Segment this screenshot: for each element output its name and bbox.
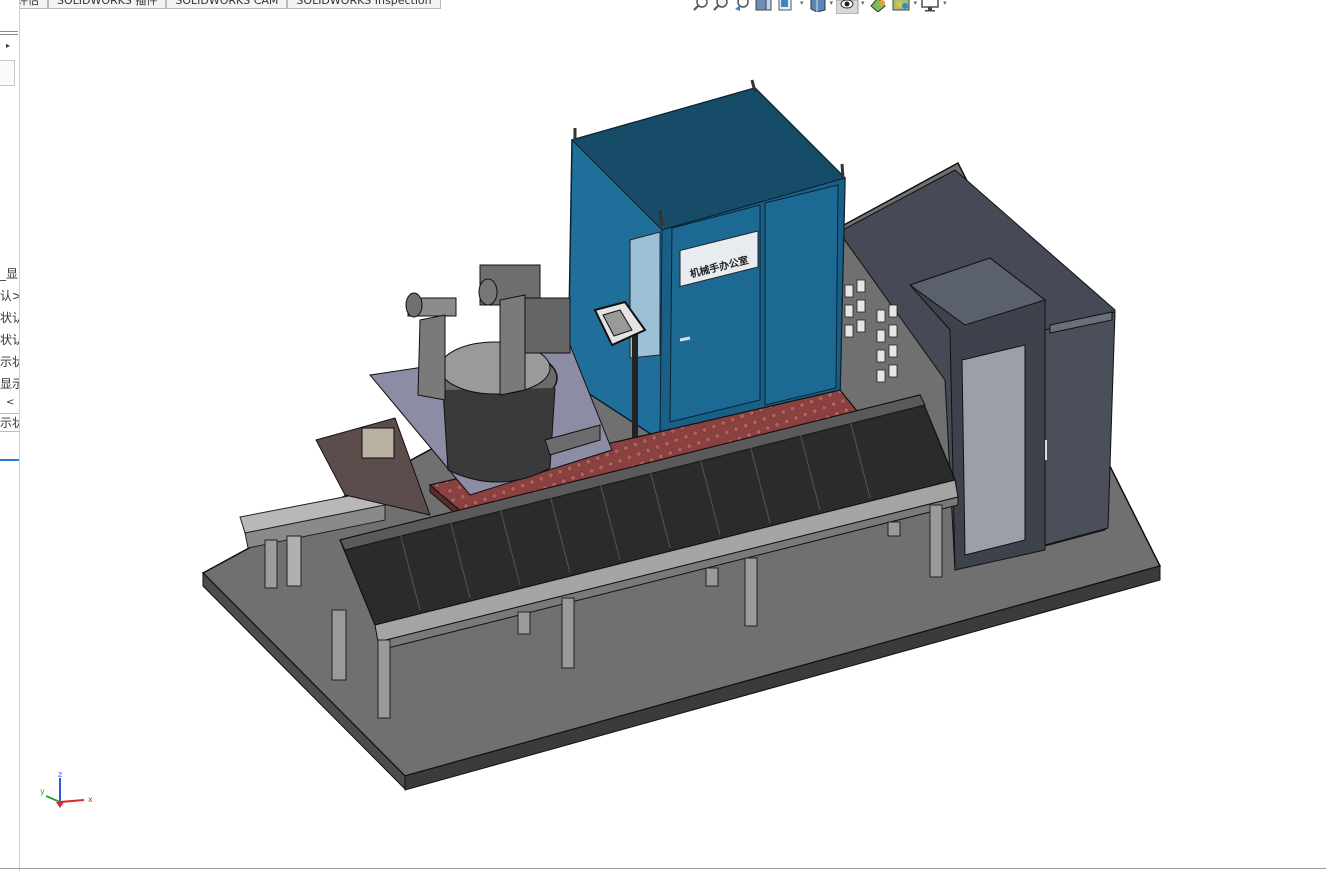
panel-divider <box>0 34 18 35</box>
z-axis-label: z <box>58 770 62 779</box>
filter-box[interactable] <box>0 60 15 86</box>
tree-item[interactable]: 显示 <box>0 375 19 392</box>
assembly-model[interactable]: 机械手办公室 <box>20 10 1326 868</box>
tree-item[interactable]: 状认 <box>0 309 19 326</box>
tree-item[interactable]: _显 <box>0 265 18 282</box>
tree-item[interactable]: 示状 <box>0 353 19 370</box>
tab-solidworks-inspection[interactable]: SOLIDWORKS Inspection <box>287 0 441 9</box>
status-bar-border <box>0 868 1326 869</box>
robot-cabinet[interactable]: 机械手办公室 <box>567 79 846 441</box>
graphics-viewport[interactable]: 机械手办公室 <box>20 10 1326 868</box>
tree-item[interactable]: 认> <box>0 287 19 304</box>
expand-arrow-icon[interactable]: ▸ <box>6 41 10 50</box>
coordinate-triad: z x y <box>38 770 98 815</box>
panel-divider <box>0 31 18 32</box>
tab-solidworks-addins[interactable]: SOLIDWORKS 插件 <box>48 0 167 9</box>
command-manager-tabs: 评估 SOLIDWORKS 插件 SOLIDWORKS CAM SOLIDWOR… <box>0 0 441 9</box>
tree-item[interactable]: 状认 <box>0 331 19 348</box>
panel-accent-line <box>0 459 19 461</box>
feature-manager-panel: ▸ _显 认> 状认 状认 示状 显示 < 示状 <box>0 0 20 871</box>
y-axis-label: y <box>40 787 45 796</box>
tree-item[interactable]: < <box>6 397 14 408</box>
tab-solidworks-cam[interactable]: SOLIDWORKS CAM <box>166 0 288 9</box>
x-axis-label: x <box>88 795 93 804</box>
tree-item-selected[interactable]: 示状 <box>0 413 19 432</box>
